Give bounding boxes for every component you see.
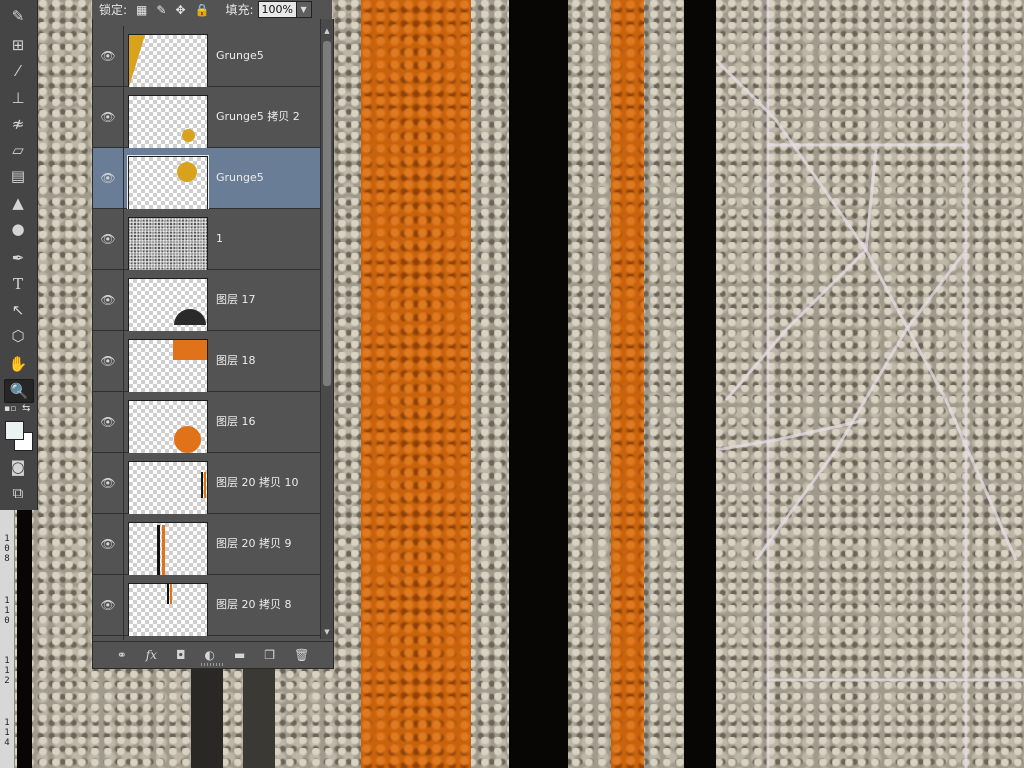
dodge-tool-icon[interactable]: ● <box>4 218 32 240</box>
new-group-folder-icon[interactable]: ▬ <box>234 648 245 662</box>
visibility-eye-icon[interactable]: 👁 <box>93 148 124 208</box>
gradient-tool-icon[interactable]: ▤ <box>4 165 32 187</box>
layer-name: 图层 17 <box>216 293 256 306</box>
visibility-eye-icon <box>93 636 124 640</box>
layer-row-partial[interactable] <box>93 636 320 640</box>
default-colors-icon[interactable]: ▪▫ <box>4 404 16 414</box>
quick-mask-icon[interactable]: ◙ <box>4 456 32 478</box>
pen-tool-icon[interactable]: ✒ <box>4 247 32 269</box>
visibility-eye-icon[interactable]: 👁 <box>93 270 124 330</box>
screen-mode-icon[interactable]: ⧉ <box>4 482 32 504</box>
ruler-tick: 114 <box>4 718 10 748</box>
visibility-eye-icon[interactable]: 👁 <box>93 514 124 574</box>
layer-row[interactable]: 👁 图层 20 拷贝 8 <box>93 575 320 637</box>
layer-style-fx-icon[interactable]: fx <box>146 648 157 662</box>
visibility-eye-icon[interactable]: 👁 <box>93 453 124 513</box>
layer-thumbnail <box>128 583 208 637</box>
layer-row[interactable]: 👁 1 <box>93 209 320 271</box>
layer-name: 图层 20 拷贝 8 <box>216 598 292 611</box>
blur-tool-icon[interactable]: ▲ <box>4 192 32 214</box>
layer-row-selected[interactable]: 👁 Grunge5 <box>93 148 320 211</box>
orange-stripe-narrow <box>611 0 644 768</box>
lock-all-icon[interactable]: 🔒 <box>195 3 210 17</box>
layer-name: Grunge5 <box>216 49 264 62</box>
layer-thumbnail <box>128 217 208 271</box>
shape-tool-icon[interactable]: ⬡ <box>4 325 32 347</box>
brush-tool-icon[interactable]: ⁄ <box>4 60 32 82</box>
swap-colors-icon[interactable]: ⇆ <box>22 403 30 414</box>
orange-stripe-wide <box>361 0 471 768</box>
layer-name: 图层 16 <box>216 415 256 428</box>
layer-row[interactable]: 👁 图层 17 <box>93 270 320 332</box>
lock-position-icon[interactable]: ✥ <box>175 3 185 17</box>
layer-row[interactable]: 👁 Grunge5 <box>93 26 320 88</box>
lock-image-pixels-icon[interactable]: ✎ <box>156 3 166 17</box>
fill-dropdown-icon[interactable]: ▼ <box>296 1 312 18</box>
visibility-eye-icon[interactable]: 👁 <box>93 209 124 269</box>
layer-row[interactable]: 👁 图层 20 拷贝 9 <box>93 514 320 576</box>
visibility-eye-icon[interactable]: 👁 <box>93 87 124 147</box>
adjustment-layer-icon[interactable]: ◐ <box>204 648 214 662</box>
lock-transparent-pixels-icon[interactable]: ▦ <box>136 3 147 17</box>
ruler-tick: 112 <box>4 656 10 686</box>
layer-thumbnail <box>128 34 208 88</box>
layer-name: 图层 20 拷贝 10 <box>216 476 299 489</box>
layer-name: 图层 20 拷贝 9 <box>216 537 292 550</box>
vertical-ruler: 108 110 112 114 <box>0 510 15 768</box>
layer-row[interactable]: 👁 图层 20 拷贝 10 <box>93 453 320 515</box>
visibility-eye-icon[interactable]: 👁 <box>93 392 124 452</box>
crack-lines <box>716 0 1024 768</box>
layer-thumbnail <box>128 95 208 149</box>
new-layer-icon[interactable]: ❐ <box>264 648 275 662</box>
fill-label: 填充: <box>225 3 254 17</box>
layer-row[interactable]: 👁 Grunge5 拷贝 2 <box>93 87 320 149</box>
visibility-eye-icon[interactable]: 👁 <box>93 331 124 391</box>
hand-tool-icon[interactable]: ✋ <box>4 353 32 375</box>
visibility-eye-icon[interactable]: 👁 <box>93 26 124 86</box>
link-layers-icon[interactable]: ⚭ <box>117 648 127 662</box>
layers-panel: 👁 Grunge5 👁 Grunge5 拷贝 2 👁 Grunge5 👁 1 👁… <box>92 19 334 669</box>
add-mask-icon[interactable]: ◘ <box>176 648 186 662</box>
type-tool-icon[interactable]: T <box>4 273 32 295</box>
layer-name: 图层 18 <box>216 354 256 367</box>
foreground-color-swatch[interactable] <box>5 421 24 440</box>
panel-resize-grip[interactable] <box>201 663 225 666</box>
history-brush-tool-icon[interactable]: ≉ <box>4 113 32 135</box>
delete-layer-trash-icon[interactable]: 🗑 <box>294 648 309 662</box>
layer-name: 1 <box>216 232 223 245</box>
layer-thumbnail <box>127 155 209 211</box>
layer-row[interactable]: 👁 图层 18 <box>93 331 320 393</box>
eyedropper-tool-icon[interactable]: ✎ <box>4 5 32 27</box>
scroll-up-icon[interactable]: ▲ <box>321 27 333 35</box>
ruler-tick: 108 <box>4 534 10 564</box>
layer-thumbnail <box>128 339 208 393</box>
layer-thumbnail <box>128 461 208 515</box>
black-stripe-3 <box>684 0 716 768</box>
layers-scrollbar[interactable]: ▲ ▼ <box>320 19 333 639</box>
tools-panel: ✎ ⊞ ⁄ ⊥ ≉ ▱ ▤ ▲ ● ✒ T ↖ ⬡ ✋ 🔍 ▪▫ ⇆ ◙ ⧉ <box>0 0 38 510</box>
layer-name: Grunge5 <box>216 171 264 184</box>
black-stripe-2 <box>509 0 568 768</box>
layer-thumbnail <box>128 278 208 332</box>
layers-options-bar: 锁定: ▦ ✎ ✥ 🔒 填充: 100% ▼ <box>92 0 332 19</box>
lock-label: 锁定: <box>99 3 128 17</box>
layer-thumbnail <box>128 400 208 454</box>
patch-tool-icon[interactable]: ⊞ <box>4 34 32 56</box>
layer-name: Grunge5 拷贝 2 <box>216 110 300 123</box>
zoom-tool-icon[interactable]: 🔍 <box>4 379 34 403</box>
layer-row[interactable]: 👁 图层 16 <box>93 392 320 454</box>
stamp-tool-icon[interactable]: ⊥ <box>4 87 32 109</box>
visibility-eye-icon[interactable]: 👁 <box>93 575 124 635</box>
path-select-tool-icon[interactable]: ↖ <box>4 299 32 321</box>
scroll-down-icon[interactable]: ▼ <box>321 628 333 636</box>
layer-thumbnail <box>128 522 208 576</box>
scrollbar-thumb[interactable] <box>323 41 331 386</box>
fill-input[interactable]: 100% <box>257 1 297 18</box>
eraser-tool-icon[interactable]: ▱ <box>4 139 32 161</box>
ruler-tick: 110 <box>4 596 10 626</box>
